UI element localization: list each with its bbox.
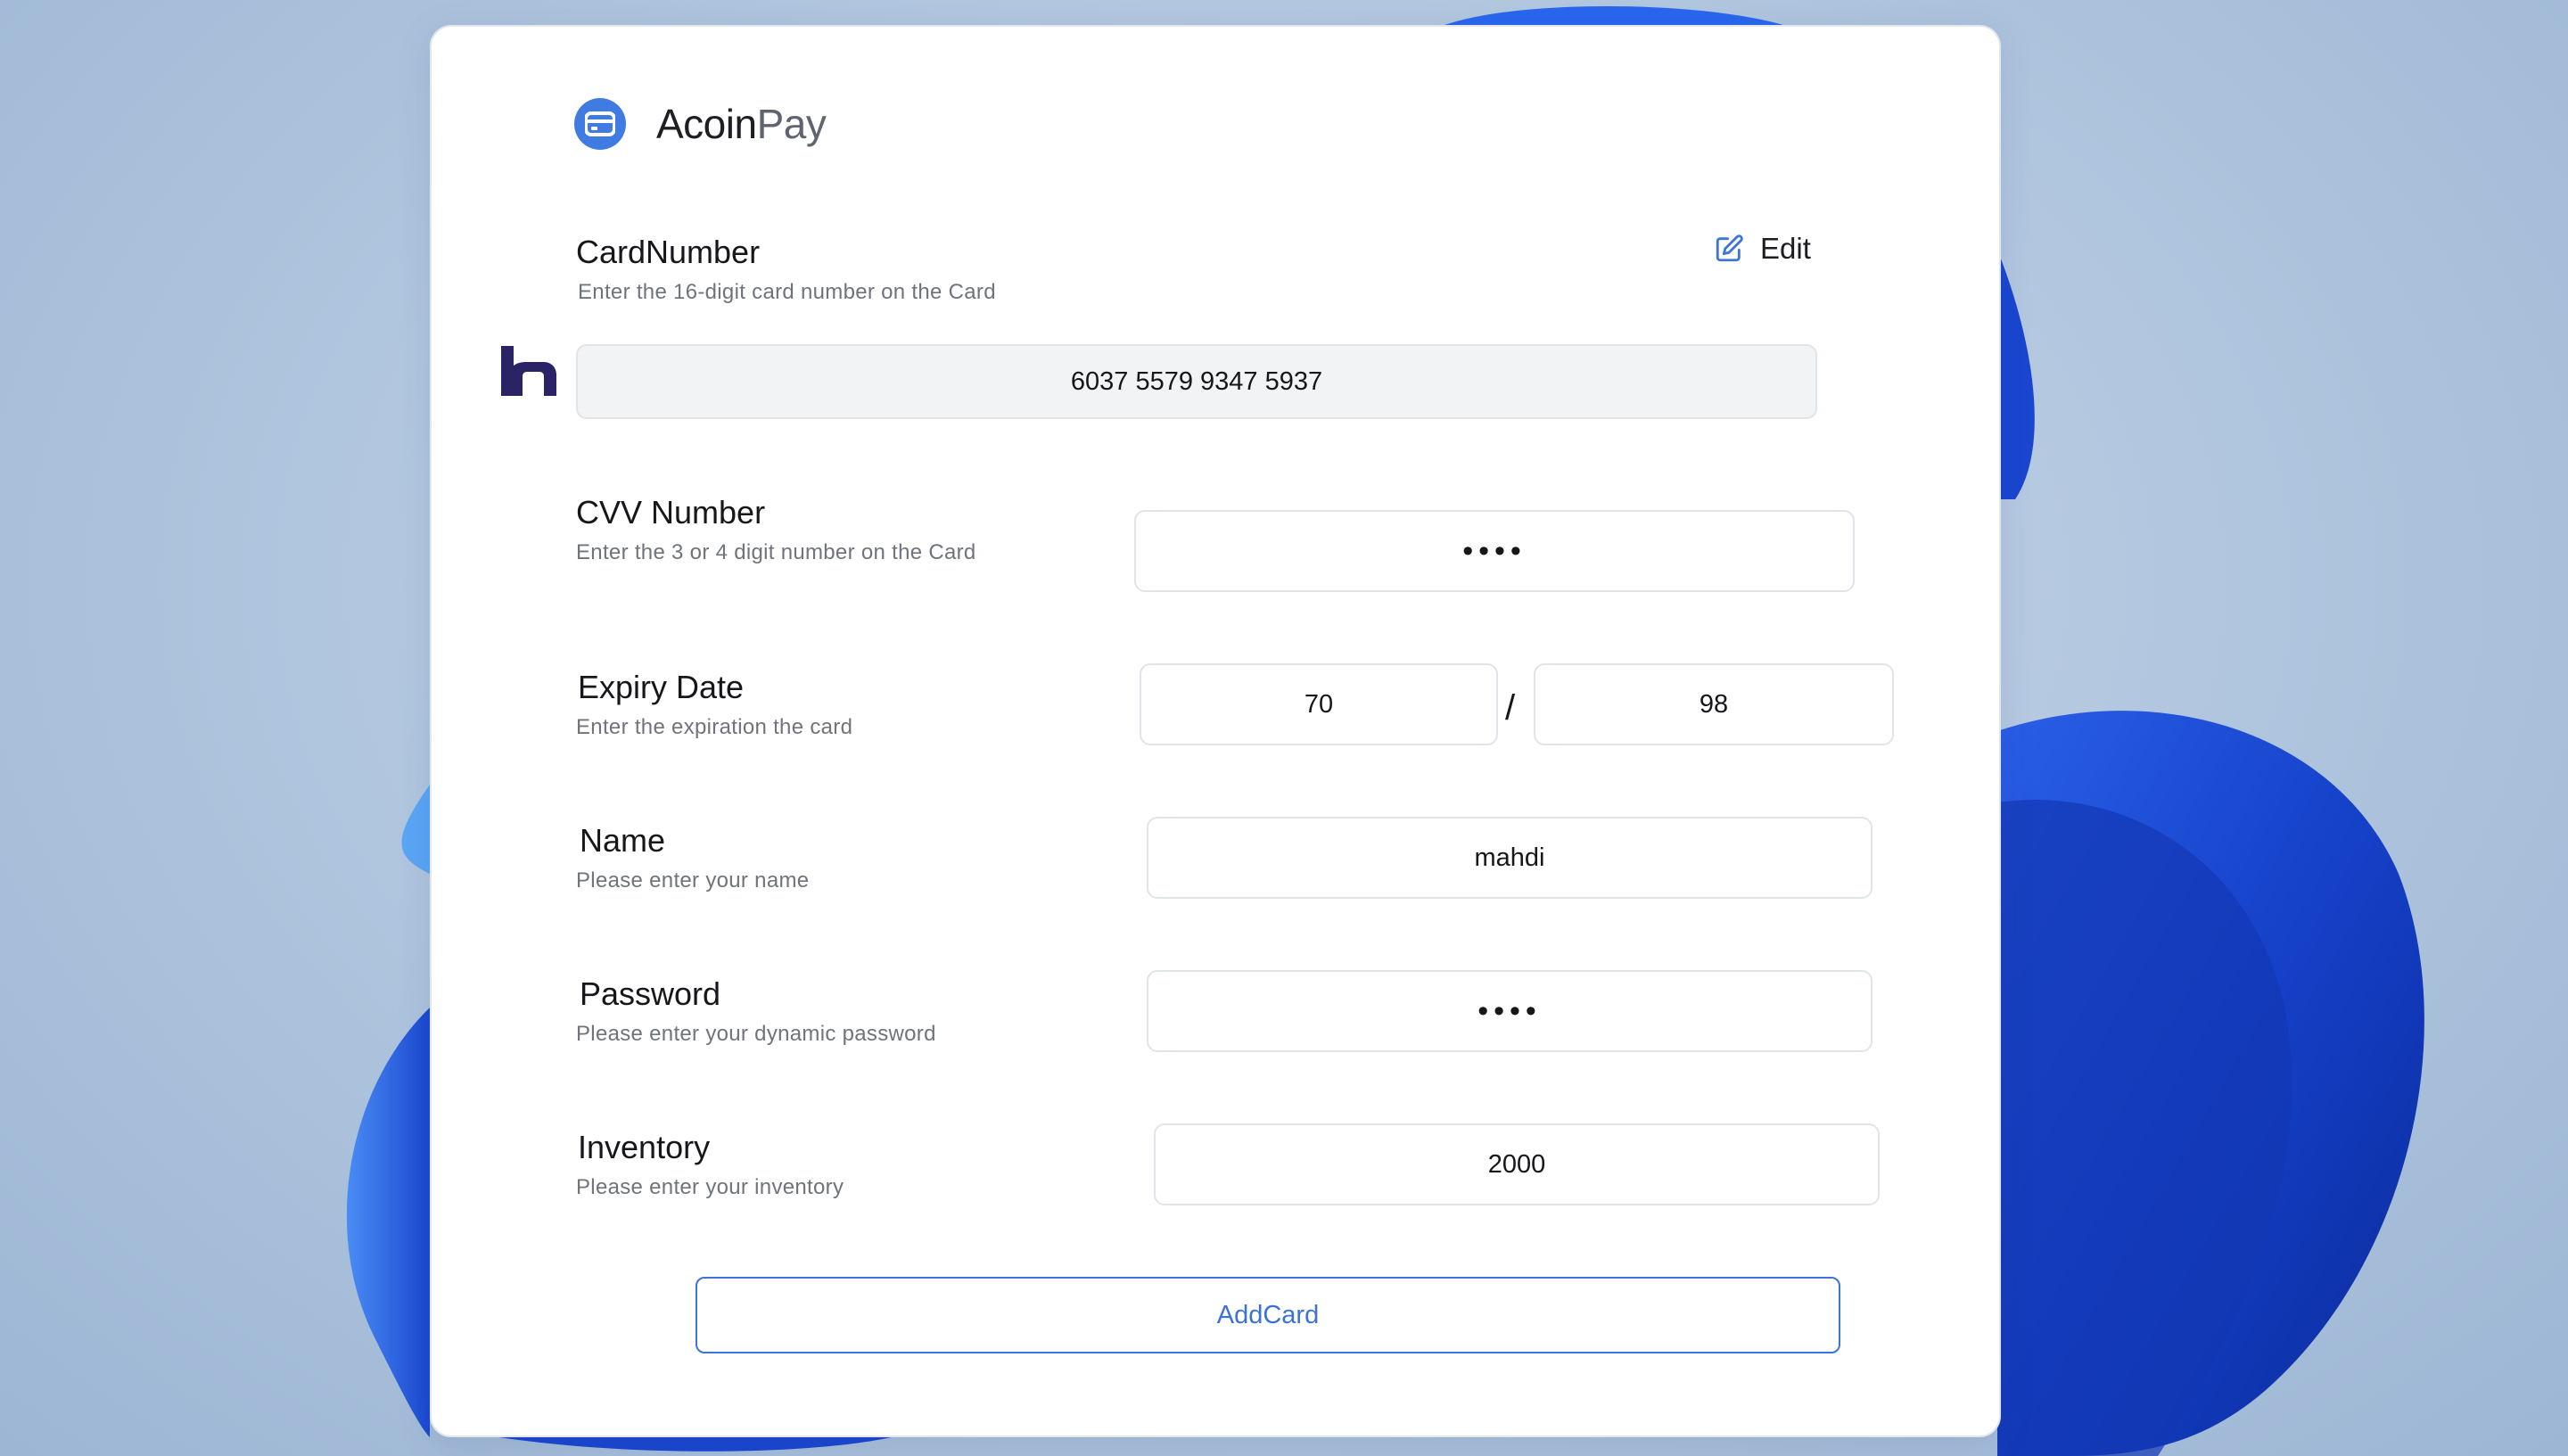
edit-label: Edit xyxy=(1760,232,1811,265)
edit-button[interactable]: Edit xyxy=(1714,232,1811,266)
inventory-hint: Please enter your inventory xyxy=(576,1175,844,1199)
cvv-hint: Enter the 3 or 4 digit number on the Car… xyxy=(576,540,976,564)
add-card-button[interactable]: AddCard xyxy=(696,1277,1840,1353)
cvv-field[interactable]: •••• xyxy=(1134,510,1855,592)
inventory-field[interactable]: 2000 xyxy=(1154,1123,1880,1205)
password-title: Password xyxy=(580,975,721,1012)
brand-name: AcoinPay xyxy=(656,100,827,148)
add-card-panel: AcoinPay CardNumber Enter the 16-digit c… xyxy=(430,25,2001,1437)
brand-header: AcoinPay xyxy=(574,98,827,150)
bank-logo-icon xyxy=(501,346,556,396)
name-hint: Please enter your name xyxy=(576,868,810,893)
name-title: Name xyxy=(580,822,666,859)
inventory-title: Inventory xyxy=(578,1129,711,1165)
credit-card-icon xyxy=(574,98,626,150)
card-number-field[interactable]: 6037 5579 9347 5937 xyxy=(576,344,1817,419)
edit-icon xyxy=(1716,234,1743,262)
name-field[interactable]: mahdi xyxy=(1147,817,1872,899)
password-hint: Please enter your dynamic password xyxy=(576,1022,936,1046)
password-field[interactable]: •••• xyxy=(1147,970,1872,1052)
brand-name-part1: Acoin xyxy=(656,101,757,147)
card-number-hint: Enter the 16-digit card number on the Ca… xyxy=(578,280,996,304)
cvv-title: CVV Number xyxy=(576,494,766,531)
brand-name-part2: Pay xyxy=(756,101,827,147)
card-number-title: CardNumber xyxy=(576,234,761,270)
expiry-title: Expiry Date xyxy=(578,669,745,705)
expiry-year-field[interactable]: 98 xyxy=(1534,663,1894,745)
expiry-separator: / xyxy=(1505,688,1516,728)
expiry-hint: Enter the expiration the card xyxy=(576,715,853,739)
expiry-month-field[interactable]: 70 xyxy=(1140,663,1498,745)
